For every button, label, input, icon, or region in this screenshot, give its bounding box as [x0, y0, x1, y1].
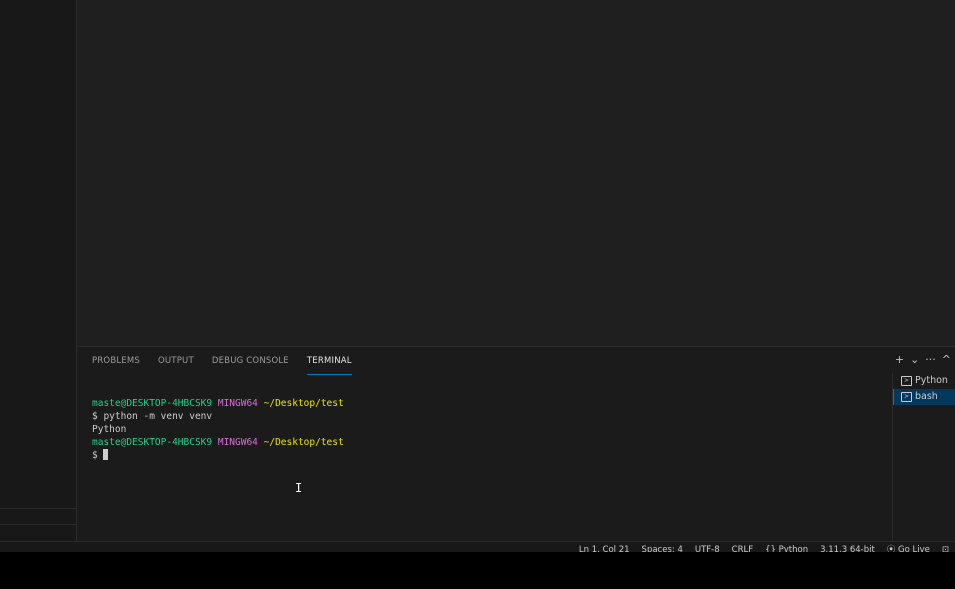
status-encoding[interactable]: UTF-8: [695, 544, 720, 552]
status-cursor-position[interactable]: Ln 1, Col 21: [579, 544, 630, 552]
panel-actions: + ⌄ ··· ^: [895, 353, 951, 367]
terminal-icon: >: [901, 376, 912, 386]
terminal-output[interactable]: maste@DESKTOP-4HBCSK9 MINGW64 ~/Desktop/…: [92, 397, 344, 462]
terminal-path: ~/Desktop/test: [263, 398, 344, 409]
tab-terminal[interactable]: TERMINAL: [306, 348, 352, 375]
terminal-user: maste@DESKTOP-4HBCSK9: [92, 437, 213, 448]
terminal-item-bash[interactable]: > bash: [893, 389, 955, 405]
sidebar-divider: [0, 508, 76, 509]
editor-area[interactable]: [77, 0, 955, 346]
terminal-line: $ python -m venv venv: [92, 411, 213, 422]
terminal-dropdown-chevron-icon[interactable]: ⌄: [910, 353, 919, 367]
tab-output[interactable]: OUTPUT: [158, 348, 194, 374]
terminal-host: MINGW64: [217, 437, 258, 448]
status-bar: Ln 1, Col 21 Spaces: 4 UTF-8 CRLF {} Pyt…: [0, 541, 955, 552]
status-interpreter[interactable]: 3.11.3 64-bit: [820, 544, 875, 552]
more-actions-icon[interactable]: ···: [925, 353, 936, 367]
terminal-line: maste@DESKTOP-4HBCSK9 MINGW64 ~/Desktop/…: [92, 397, 344, 410]
status-language[interactable]: {} Python: [765, 544, 808, 552]
terminal-path: ~/Desktop/test: [263, 437, 344, 448]
terminal-item-label: bash: [915, 391, 938, 402]
terminal-host: MINGW64: [217, 398, 258, 409]
terminal-icon: >: [901, 392, 912, 402]
notifications-icon[interactable]: ⊡: [942, 544, 949, 552]
terminal-line: maste@DESKTOP-4HBCSK9 MINGW64 ~/Desktop/…: [92, 436, 344, 449]
sidebar-divider: [0, 524, 76, 525]
maximize-panel-chevron-up-icon[interactable]: ^: [942, 353, 951, 367]
terminal-prompt: $: [92, 450, 104, 461]
tab-problems[interactable]: PROBLEMS: [92, 348, 140, 374]
tab-debug-console[interactable]: DEBUG CONSOLE: [212, 348, 289, 374]
status-go-live[interactable]: ⦿ Go Live: [887, 544, 930, 552]
side-bar: [0, 0, 77, 541]
terminal-input-line[interactable]: $: [92, 449, 344, 462]
terminal-item-python[interactable]: > Python: [893, 373, 955, 389]
status-eol[interactable]: CRLF: [732, 544, 753, 552]
bottom-panel: PROBLEMS OUTPUT DEBUG CONSOLE TERMINAL +…: [77, 346, 955, 542]
vscode-window: PROBLEMS OUTPUT DEBUG CONSOLE TERMINAL +…: [0, 0, 955, 552]
terminal-line: Python: [92, 424, 127, 435]
terminal-user: maste@DESKTOP-4HBCSK9: [92, 398, 213, 409]
text-cursor-icon: [103, 449, 109, 460]
status-items: Ln 1, Col 21 Spaces: 4 UTF-8 CRLF {} Pyt…: [579, 544, 949, 552]
new-terminal-plus-icon[interactable]: +: [895, 353, 904, 367]
status-indentation[interactable]: Spaces: 4: [642, 544, 683, 552]
panel-tabs: PROBLEMS OUTPUT DEBUG CONSOLE TERMINAL: [92, 347, 352, 375]
terminal-tabs-list: > Python > bash: [892, 373, 955, 542]
mouse-ibeam-cursor-icon: I: [295, 481, 303, 495]
terminal-item-label: Python: [915, 375, 948, 386]
